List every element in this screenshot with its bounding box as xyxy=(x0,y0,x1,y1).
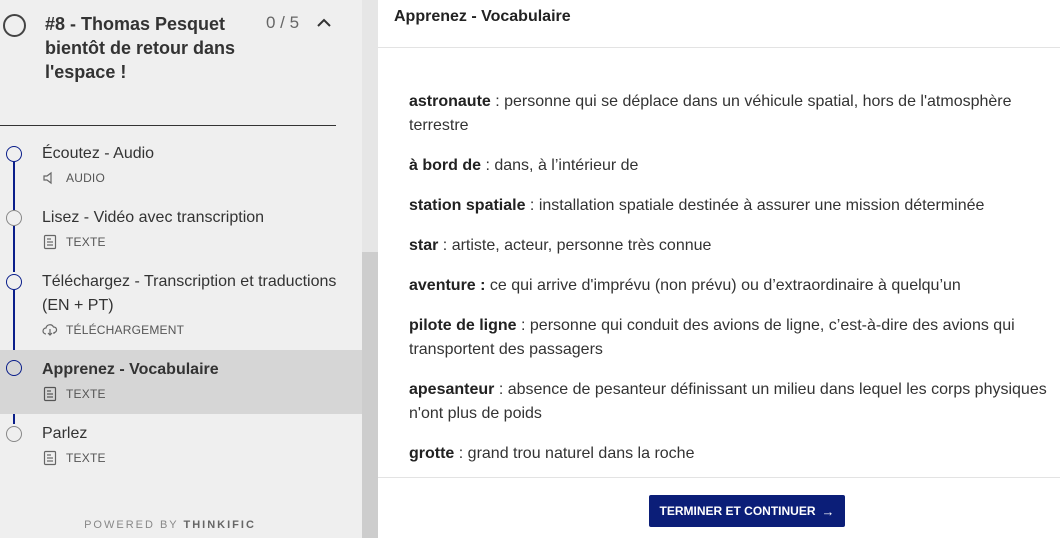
chapter-status-circle-icon xyxy=(3,14,26,37)
vocab-definition: ce qui arrive d'imprévu (non prévu) ou d… xyxy=(485,277,961,294)
chevron-up-icon[interactable] xyxy=(316,16,332,30)
finish-button-label: TERMINER ET CONTINUER xyxy=(659,504,816,518)
lesson-status-circle-icon xyxy=(6,360,22,376)
vocabulary-list: astronaute : personne qui se déplace dan… xyxy=(409,90,1049,482)
vocab-definition: : installation spatiale destinée à assur… xyxy=(525,197,985,214)
lesson-type: TEXTE xyxy=(66,451,106,465)
vocab-term: station spatiale xyxy=(409,197,526,214)
vocab-term: star xyxy=(409,237,439,254)
text-doc-icon xyxy=(43,450,57,466)
cloud-download-icon xyxy=(42,324,58,336)
lesson-item-apprenez[interactable]: Apprenez - Vocabulaire TEXTE xyxy=(0,350,362,414)
lesson-title: Parlez xyxy=(42,425,88,442)
chapter-progress: 0 / 5 xyxy=(266,13,300,32)
chapter-title: #8 - Thomas Pesquet bientôt de retour da… xyxy=(45,14,236,82)
lesson-item-ecoutez[interactable]: Écoutez - Audio AUDIO xyxy=(0,140,362,196)
lesson-meta: TEXTE xyxy=(42,450,106,466)
vocab-entry: aventure : ce qui arrive d'imprévu (non … xyxy=(409,274,1049,298)
vocab-definition: : dans, à l’intérieur de xyxy=(481,157,639,174)
vocab-entry: grotte : grand trou naturel dans la roch… xyxy=(409,442,1049,466)
lesson-footer: TERMINER ET CONTINUER → xyxy=(378,477,1060,538)
lesson-status-circle-icon xyxy=(6,426,22,442)
sidebar-scrollbar-thumb[interactable] xyxy=(362,252,378,538)
vocab-term: pilote de ligne xyxy=(409,317,517,334)
lesson-item-telechargez[interactable]: Téléchargez - Transcription et traductio… xyxy=(0,268,362,348)
vocab-entry: pilote de ligne : personne qui conduit d… xyxy=(409,314,1049,362)
lesson-type: AUDIO xyxy=(66,171,106,185)
lesson-title: Apprenez - Vocabulaire xyxy=(42,361,219,378)
lesson-title: Lisez - Vidéo avec transcription xyxy=(42,209,265,226)
lesson-status-circle-icon xyxy=(6,274,22,290)
vocab-term: astronaute xyxy=(409,93,491,110)
chapter-divider xyxy=(0,125,336,126)
lesson-type: TÉLÉCHARGEMENT xyxy=(66,323,185,337)
lesson-type: TEXTE xyxy=(66,235,106,249)
vocab-entry: à bord de : dans, à l’intérieur de xyxy=(409,154,1049,178)
lesson-heading: Apprenez - Vocabulaire xyxy=(394,8,571,25)
lesson-status-circle-icon xyxy=(6,210,22,226)
lesson-meta: AUDIO xyxy=(42,170,105,186)
lesson-title: Téléchargez - Transcription et traductio… xyxy=(42,273,337,314)
vocab-term: apesanteur xyxy=(409,381,495,398)
lesson-title: Écoutez - Audio xyxy=(42,145,155,162)
lesson-meta: TEXTE xyxy=(42,386,106,402)
powered-by-brand: THINKIFIC xyxy=(183,519,256,531)
vocab-entry: station spatiale : installation spatiale… xyxy=(409,194,1049,218)
vocab-definition: : personne qui se déplace dans un véhicu… xyxy=(409,93,1012,134)
lesson-type: TEXTE xyxy=(66,387,106,401)
vocab-term: à bord de xyxy=(409,157,482,174)
vocab-entry: apesanteur : absence de pesanteur défini… xyxy=(409,378,1049,426)
vocab-term: aventure : xyxy=(409,277,486,294)
powered-by-prefix: POWERED BY xyxy=(84,519,184,531)
lesson-item-parlez[interactable]: Parlez TEXTE xyxy=(0,420,362,476)
vocab-definition: : grand trou naturel dans la roche xyxy=(454,445,695,462)
chapter-header[interactable]: #8 - Thomas Pesquet bientôt de retour da… xyxy=(0,0,362,125)
vocab-term: grotte xyxy=(409,445,455,462)
vocab-definition: : absence de pesanteur définissant un mi… xyxy=(409,381,1047,422)
vocab-entry: astronaute : personne qui se déplace dan… xyxy=(409,90,1049,138)
lesson-content-panel: Apprenez - Vocabulaire astronaute : pers… xyxy=(378,0,1060,538)
lesson-header: Apprenez - Vocabulaire xyxy=(378,0,1060,48)
lesson-item-lisez[interactable]: Lisez - Vidéo avec transcription TEXTE xyxy=(0,204,362,260)
arrow-right-icon: → xyxy=(821,503,835,519)
lesson-meta: TEXTE xyxy=(42,234,106,250)
finish-and-continue-button[interactable]: TERMINER ET CONTINUER → xyxy=(649,495,845,527)
course-sidebar: #8 - Thomas Pesquet bientôt de retour da… xyxy=(0,0,362,538)
powered-by-link[interactable]: POWERED BY THINKIFIC xyxy=(0,519,340,531)
vocab-definition: : artiste, acteur, personne très connue xyxy=(438,237,712,254)
text-doc-icon xyxy=(43,386,57,402)
lesson-status-circle-icon xyxy=(6,146,22,162)
vocab-entry: star : artiste, acteur, personne très co… xyxy=(409,234,1049,258)
lesson-meta: TÉLÉCHARGEMENT xyxy=(42,322,184,338)
speaker-icon xyxy=(43,171,52,185)
text-doc-icon xyxy=(43,234,57,250)
